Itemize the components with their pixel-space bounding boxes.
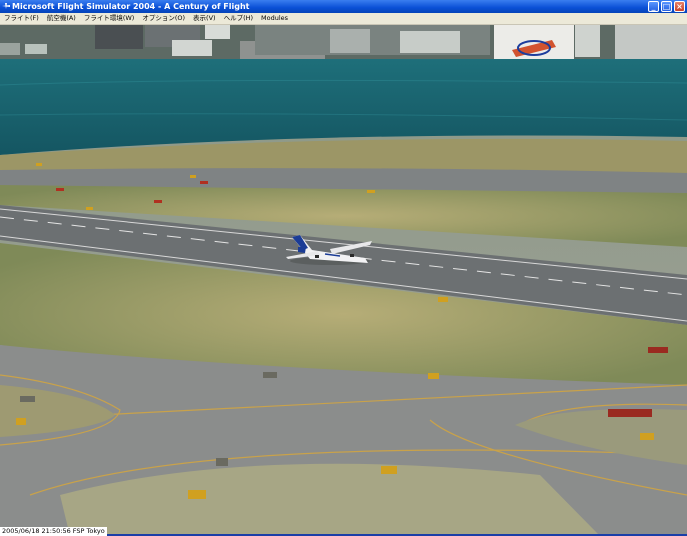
window-title: Microsoft Flight Simulator 2004 - A Cent… [12,2,250,11]
flight-simulator-window: Microsoft Flight Simulator 2004 - A Cent… [0,0,687,536]
minimize-button[interactable]: _ [648,1,659,12]
title-bar[interactable]: Microsoft Flight Simulator 2004 - A Cent… [0,0,687,13]
menu-help[interactable]: ヘルプ(H) [220,13,257,24]
menu-modules[interactable]: Modules [257,13,292,24]
menu-bar: フライト(F) 航空機(A) フライト環境(W) オプション(O) 表示(V) … [0,13,687,25]
close-button[interactable]: × [674,1,685,12]
menu-views[interactable]: 表示(V) [189,13,220,24]
status-bar: 2005/06/18 21:50:56 FSP Tokyo [0,527,107,536]
plane-app-icon[interactable] [2,2,10,10]
menu-world[interactable]: フライト環境(W) [80,13,139,24]
menu-options[interactable]: オプション(O) [138,13,189,24]
maximize-button[interactable]: □ [661,1,672,12]
simulator-3d-view[interactable] [0,25,687,536]
menu-aircraft[interactable]: 航空機(A) [43,13,80,24]
menu-flight[interactable]: フライト(F) [0,13,43,24]
